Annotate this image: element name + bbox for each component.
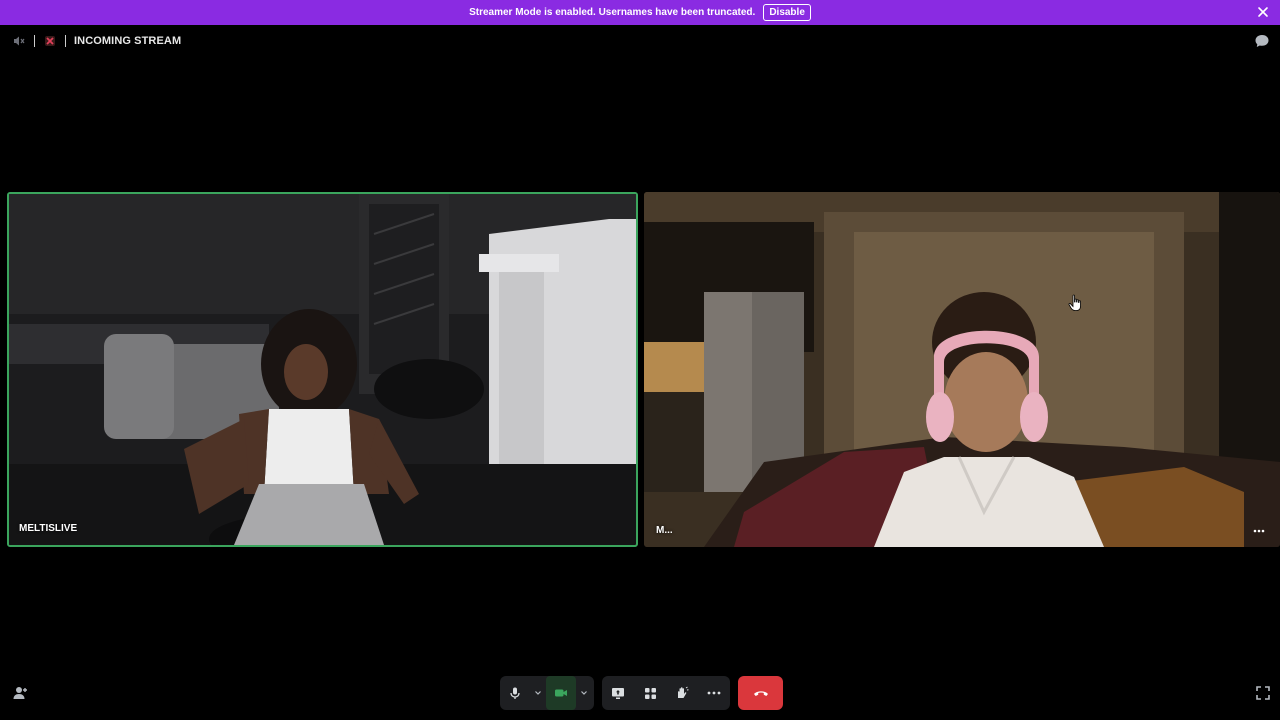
screen-share-icon: [612, 687, 624, 699]
hand-cursor-icon: [1068, 294, 1081, 311]
streamer-mode-banner: Streamer Mode is enabled. Usernames have…: [0, 0, 1280, 25]
more-icon: [707, 691, 721, 695]
camera-options-caret[interactable]: [576, 676, 592, 710]
soundboard-icon: [678, 686, 689, 698]
banner-message: Streamer Mode is enabled. Usernames have…: [469, 7, 756, 18]
close-icon[interactable]: [1256, 5, 1270, 19]
media-controls-group: [500, 676, 594, 710]
call-header: INCOMING STREAM: [0, 30, 1280, 52]
mute-button[interactable]: [500, 676, 530, 710]
more-options-icon[interactable]: [1252, 527, 1266, 535]
more-button[interactable]: [698, 676, 730, 710]
share-screen-button[interactable]: [602, 676, 634, 710]
speaker-muted-icon[interactable]: [12, 34, 26, 48]
chevron-down-icon: [535, 691, 541, 695]
activities-button[interactable]: [634, 676, 666, 710]
soundboard-button[interactable]: [666, 676, 698, 710]
participant-video-feed: [9, 194, 636, 545]
participant-video-tile[interactable]: M...: [644, 192, 1280, 547]
camera-icon: [555, 689, 567, 697]
call-controls: [0, 676, 1280, 710]
channel-title: INCOMING STREAM: [74, 35, 182, 47]
microphone-icon: [510, 687, 520, 699]
disconnect-button[interactable]: [738, 676, 783, 710]
participant-video-feed: [644, 192, 1280, 547]
participant-name: M...: [656, 525, 673, 536]
stream-logo-icon: [43, 34, 57, 48]
disable-streamer-mode-button[interactable]: Disable: [763, 4, 811, 21]
activities-icon: [644, 687, 656, 699]
chevron-down-icon: [581, 691, 587, 695]
header-divider: [34, 35, 35, 47]
action-controls-group: [602, 676, 730, 710]
phone-hangup-icon: [753, 691, 768, 696]
participant-video-tile[interactable]: MELTISLIVE: [7, 192, 638, 547]
camera-button[interactable]: [546, 676, 576, 710]
mic-options-caret[interactable]: [530, 676, 546, 710]
header-divider: [65, 35, 66, 47]
participant-name: MELTISLIVE: [19, 523, 78, 534]
chat-bubble-icon[interactable]: [1254, 33, 1270, 49]
